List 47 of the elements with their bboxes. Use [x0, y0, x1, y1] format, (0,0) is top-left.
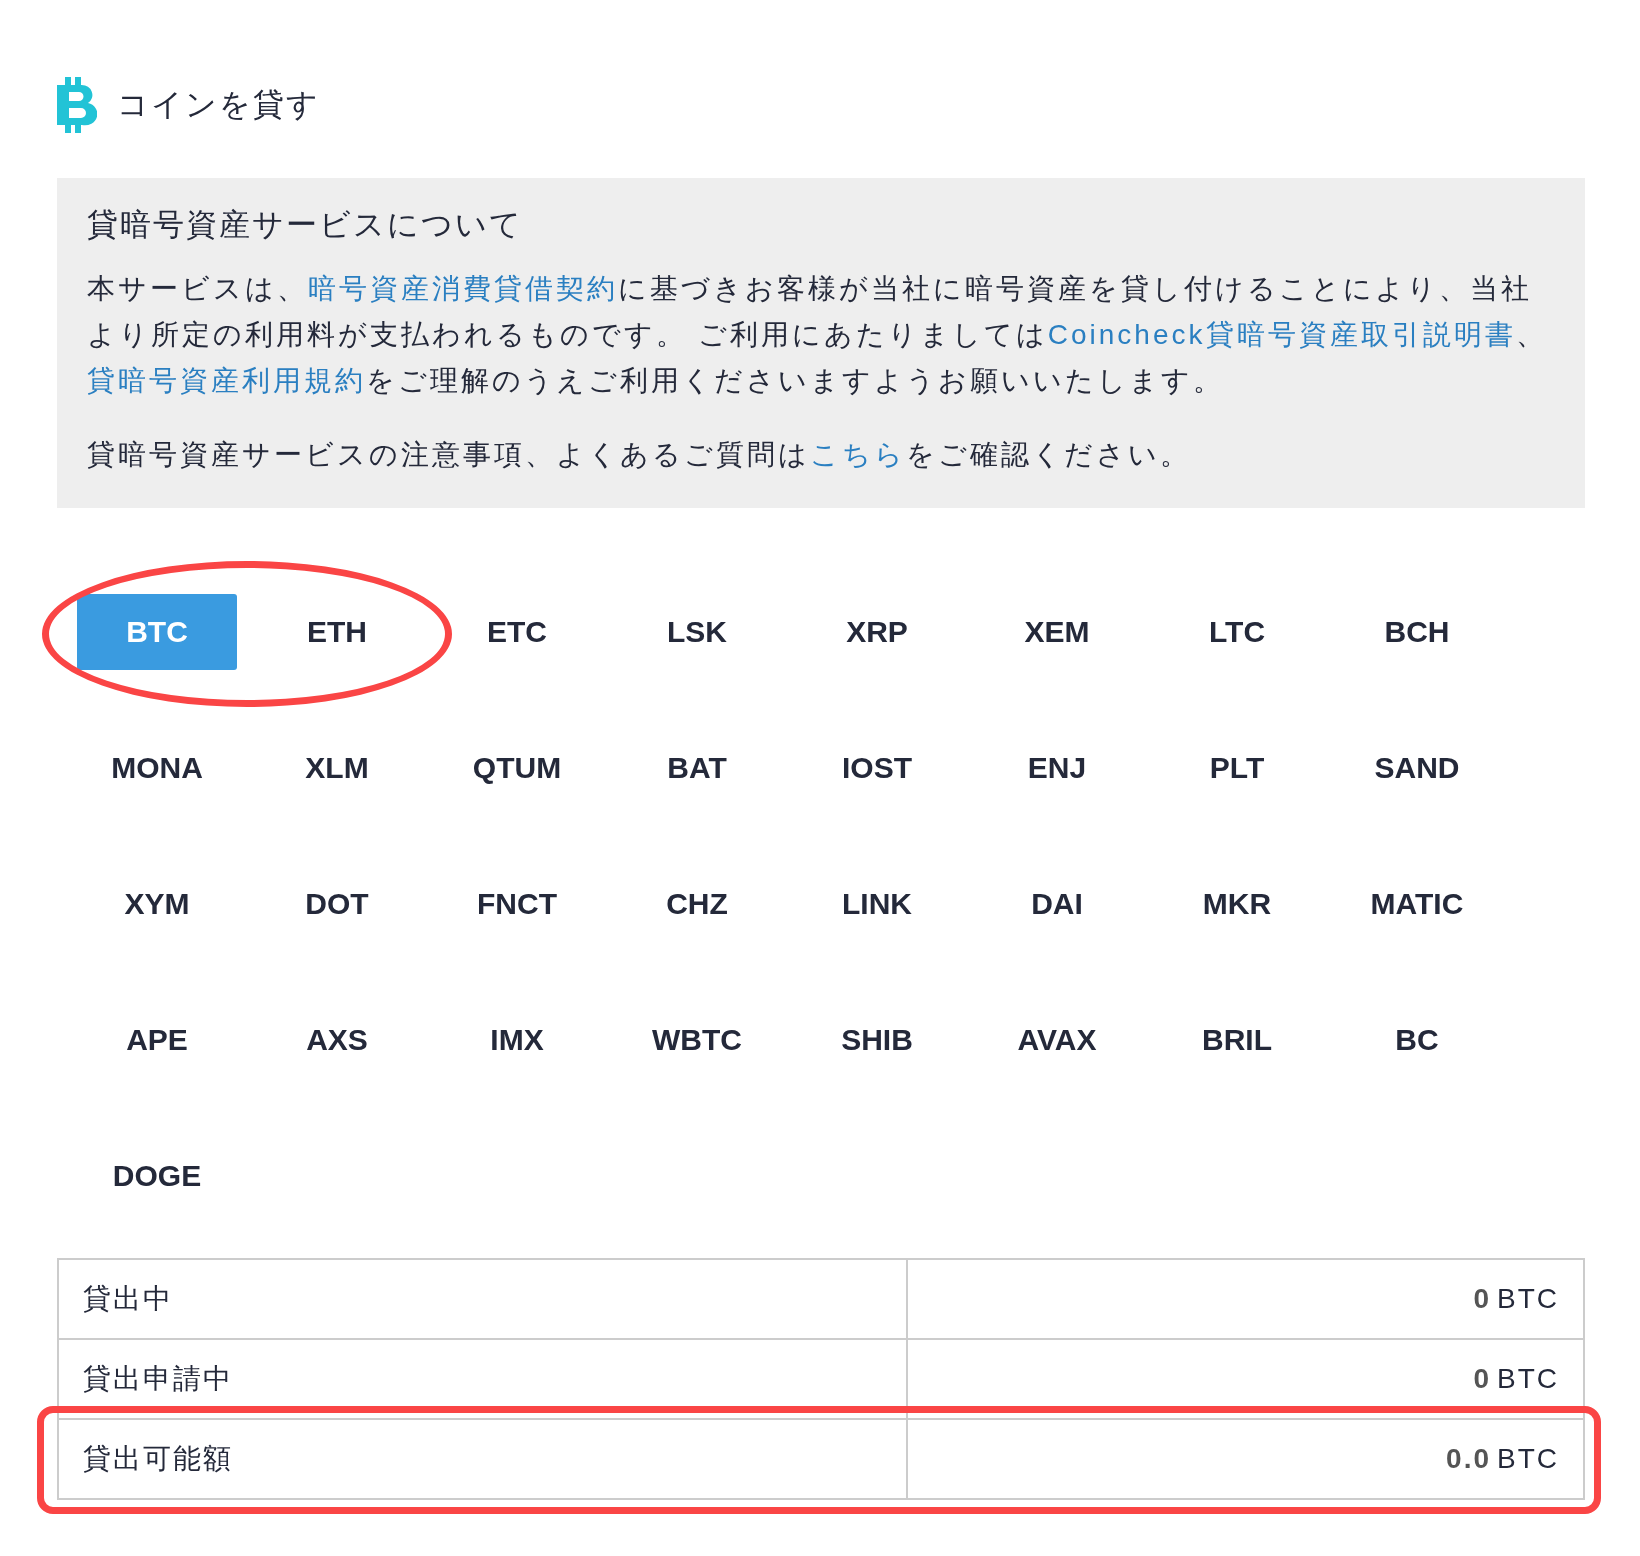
table-cell: 0 BTC	[906, 1260, 1583, 1338]
table-cell: 0 BTC	[906, 1340, 1583, 1418]
coin-tab[interactable]: LSK	[617, 594, 777, 670]
coin-tab[interactable]: DOGE	[77, 1138, 237, 1214]
notice-paragraph: 本サービスは、暗号資産消費貸借契約 に基づきお客様が当社に暗号資産を貸し付けることにより、当社より所定の利用料が支払われるものです。 ご利用にあたりましては Coincheck貸暗号資産取引説明書、 貸暗号資産利用規約 をご理解のうえご利用くださいますようお願いいたします。	[87, 272, 1548, 398]
table-cell-text: 貸出中	[82, 1282, 174, 1316]
coin-tab[interactable]: BRIL	[1157, 1002, 1317, 1078]
notice-link[interactable]: 暗号資産消費貸借契約	[308, 273, 618, 304]
coin-tab[interactable]: MONA	[77, 730, 237, 806]
coin-tab[interactable]: XLM	[257, 730, 417, 806]
coin-tab[interactable]: AXS	[257, 1002, 417, 1078]
coin-tab[interactable]: QTUM	[437, 730, 597, 806]
table-cell-text: 貸出申請中	[82, 1362, 234, 1396]
coin-tab[interactable]: SAND	[1337, 730, 1497, 806]
coin-tab[interactable]: CHZ	[617, 866, 777, 942]
coin-tab[interactable]: MATIC	[1337, 866, 1497, 942]
table-cell: 0.0 BTC	[906, 1420, 1583, 1498]
coin-tab[interactable]: XRP	[797, 594, 957, 670]
coin-tab[interactable]: LTC	[1157, 594, 1317, 670]
coin-tab[interactable]: WBTC	[617, 1002, 777, 1078]
notice-link[interactable]: Coincheck貸暗号資産取引説明書	[1047, 319, 1516, 350]
table-cell-text: 貸出可能額	[82, 1442, 234, 1476]
notice-link[interactable]: こちら	[810, 439, 906, 470]
coin-tab[interactable]: DOT	[257, 866, 417, 942]
coin-tab[interactable]: ETC	[437, 594, 597, 670]
coin-tab[interactable]: MKR	[1157, 866, 1317, 942]
coin-tab[interactable]: BCH	[1337, 594, 1497, 670]
bitcoin-icon	[57, 77, 97, 133]
notice-link[interactable]: 貸暗号資産利用規約	[87, 365, 366, 396]
coin-tab[interactable]: SHIB	[797, 1002, 957, 1078]
coin-tab[interactable]: FNCT	[437, 866, 597, 942]
coin-tab[interactable]: DAI	[977, 866, 1137, 942]
coin-tab[interactable]: APE	[77, 1002, 237, 1078]
notice-title: 貸暗号資産サービスについて	[87, 206, 524, 244]
coin-tab[interactable]: IOST	[797, 730, 957, 806]
coin-tab[interactable]: BAT	[617, 730, 777, 806]
coin-tab[interactable]: ETH	[257, 594, 417, 670]
coin-tab[interactable]: XEM	[977, 594, 1137, 670]
coin-tab[interactable]: XYM	[77, 866, 237, 942]
coin-tab[interactable]: LINK	[797, 866, 957, 942]
coin-tab[interactable]: BC	[1337, 1002, 1497, 1078]
coin-tab[interactable]: PLT	[1157, 730, 1317, 806]
page-title: コインを貸す	[117, 86, 320, 124]
coin-tab[interactable]: AVAX	[977, 1002, 1137, 1078]
notice-paragraph: 貸暗号資産サービスの注意事項、よくあるご質問は こちら をご確認ください。	[87, 438, 1192, 472]
coin-tab[interactable]: IMX	[437, 1002, 597, 1078]
coin-tab[interactable]: ENJ	[977, 730, 1137, 806]
